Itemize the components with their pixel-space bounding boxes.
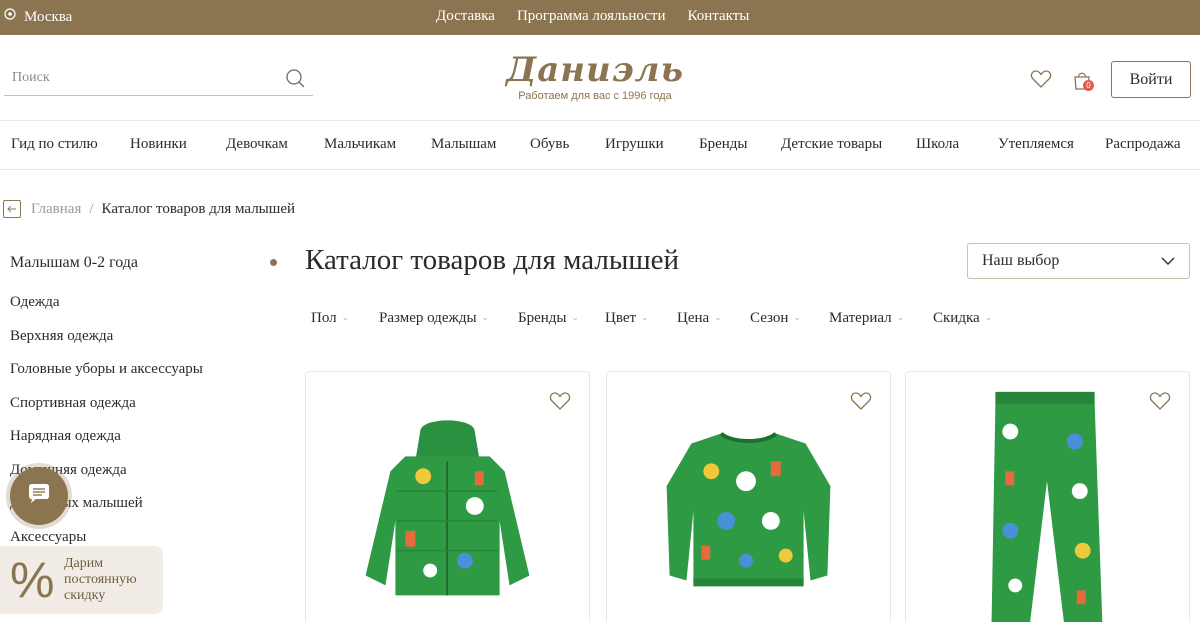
nav-item-toys[interactable]: Игрушки <box>605 136 664 153</box>
chat-icon <box>27 483 51 510</box>
login-button[interactable]: Войти <box>1111 61 1191 98</box>
nav-item-style-guide[interactable]: Гид по стилю <box>11 136 98 153</box>
logo-name: Даниэль <box>505 50 684 90</box>
link-loyalty[interactable]: Программа лояльности <box>517 8 666 25</box>
filter-brands[interactable]: Бренды ⌄ <box>518 310 579 327</box>
product-card[interactable] <box>905 371 1190 622</box>
cart-button[interactable]: 0 <box>1071 69 1094 91</box>
filter-label: Материал <box>829 310 892 326</box>
filter-label: Цвет <box>605 310 637 326</box>
chevron-down-icon <box>1161 257 1175 266</box>
filter-season[interactable]: Сезон ⌄ <box>750 310 801 327</box>
title-dot <box>270 259 277 266</box>
cart-count-badge: 0 <box>1083 80 1094 91</box>
nav-item-sale[interactable]: Распродажа <box>1105 136 1181 153</box>
nav-item-new[interactable]: Новинки <box>130 136 187 153</box>
sort-value: Наш выбор <box>982 252 1060 269</box>
nav-item-warm[interactable]: Утепляемся <box>998 136 1074 153</box>
search-input[interactable] <box>4 62 264 94</box>
breadcrumb-separator: / <box>89 200 94 217</box>
percent-icon: % <box>10 552 55 608</box>
breadcrumb: Главная / Каталог товаров для малышей <box>3 200 295 218</box>
promo-line-1: Дарим <box>64 556 104 571</box>
top-bar: Москва Доставка Программа лояльности Кон… <box>0 0 1200 35</box>
filter-label: Размер одежды <box>379 310 477 326</box>
promo-line-3: скидку <box>64 588 106 603</box>
back-arrow-icon[interactable] <box>3 200 21 218</box>
product-image-jacket[interactable] <box>306 372 589 622</box>
link-delivery[interactable]: Доставка <box>436 8 495 25</box>
product-card[interactable] <box>606 371 891 622</box>
sidebar-title[interactable]: Малышам 0-2 года <box>10 254 138 272</box>
sidebar-item-clothes[interactable]: Одежда <box>10 294 203 328</box>
link-contacts[interactable]: Контакты <box>687 8 749 25</box>
logo-tagline: Работаем для вас с 1996 года <box>518 90 672 102</box>
breadcrumb-home[interactable]: Главная <box>31 201 81 218</box>
nav-item-babies[interactable]: Малышам <box>431 136 496 153</box>
chat-button[interactable] <box>10 467 68 525</box>
nav-item-shoes[interactable]: Обувь <box>530 136 569 153</box>
filter-size[interactable]: Размер одежды ⌄ <box>379 310 489 327</box>
nav-item-kids-goods[interactable]: Детские товары <box>781 136 882 153</box>
promo-text: Дарим постоянную скидку <box>64 556 137 604</box>
filter-color[interactable]: Цвет ⌄ <box>605 310 649 327</box>
filter-label: Скидка <box>933 310 980 326</box>
nav-item-school[interactable]: Школа <box>916 136 959 153</box>
filter-label: Цена <box>677 310 710 326</box>
sidebar-item-hats[interactable]: Головные уборы и аксессуары <box>10 361 203 395</box>
favorites-heart-icon[interactable] <box>1030 69 1052 89</box>
loyalty-promo[interactable]: % Дарим постоянную скидку <box>0 546 163 614</box>
filter-label: Бренды <box>518 310 567 326</box>
sidebar-item-outerwear[interactable]: Верхняя одежда <box>10 328 203 362</box>
search-box <box>4 62 313 96</box>
breadcrumb-current: Каталог товаров для малышей <box>101 200 296 217</box>
filter-gender[interactable]: Пол ⌄ <box>311 310 349 327</box>
chevron-down-icon: ⌄ <box>571 312 580 322</box>
filter-price[interactable]: Цена ⌄ <box>677 310 722 327</box>
page-title: Каталог товаров для малышей <box>305 244 680 276</box>
product-image-sweatshirt[interactable] <box>607 372 890 622</box>
nav-item-boys[interactable]: Мальчикам <box>324 136 396 153</box>
chevron-down-icon: ⌄ <box>481 312 490 322</box>
nav-item-brands[interactable]: Бренды <box>699 136 748 153</box>
sidebar-item-formal[interactable]: Нарядная одежда <box>10 428 203 462</box>
chevron-down-icon: ⌄ <box>341 312 350 322</box>
favorite-heart-icon[interactable] <box>850 391 872 411</box>
sidebar-item-sport[interactable]: Спортивная одежда <box>10 395 203 429</box>
location-icon <box>4 8 16 27</box>
chevron-down-icon: ⌄ <box>984 312 993 322</box>
site-logo[interactable]: Даниэль Работаем для вас с 1996 года <box>490 50 700 102</box>
filter-label: Пол <box>311 310 337 326</box>
product-card[interactable] <box>305 371 590 622</box>
product-image-pants[interactable] <box>906 372 1189 622</box>
search-icon[interactable] <box>285 68 305 88</box>
chevron-down-icon: ⌄ <box>793 312 801 322</box>
chevron-down-icon: ⌄ <box>641 312 649 322</box>
city-label: Москва <box>24 9 73 25</box>
filter-label: Сезон <box>750 310 789 326</box>
filter-material[interactable]: Материал ⌄ <box>829 310 904 327</box>
promo-line-2: постоянную <box>64 572 137 587</box>
favorite-heart-icon[interactable] <box>1149 391 1171 411</box>
filter-discount[interactable]: Скидка ⌄ <box>933 310 992 327</box>
sort-select[interactable]: Наш выбор <box>967 243 1190 279</box>
city-selector[interactable]: Москва <box>4 8 72 27</box>
nav-item-girls[interactable]: Девочкам <box>226 136 288 153</box>
chevron-down-icon: ⌄ <box>714 312 722 322</box>
favorite-heart-icon[interactable] <box>549 391 571 411</box>
chevron-down-icon: ⌄ <box>896 312 905 322</box>
main-nav: Гид по стилю Новинки Девочкам Мальчикам … <box>0 120 1200 170</box>
